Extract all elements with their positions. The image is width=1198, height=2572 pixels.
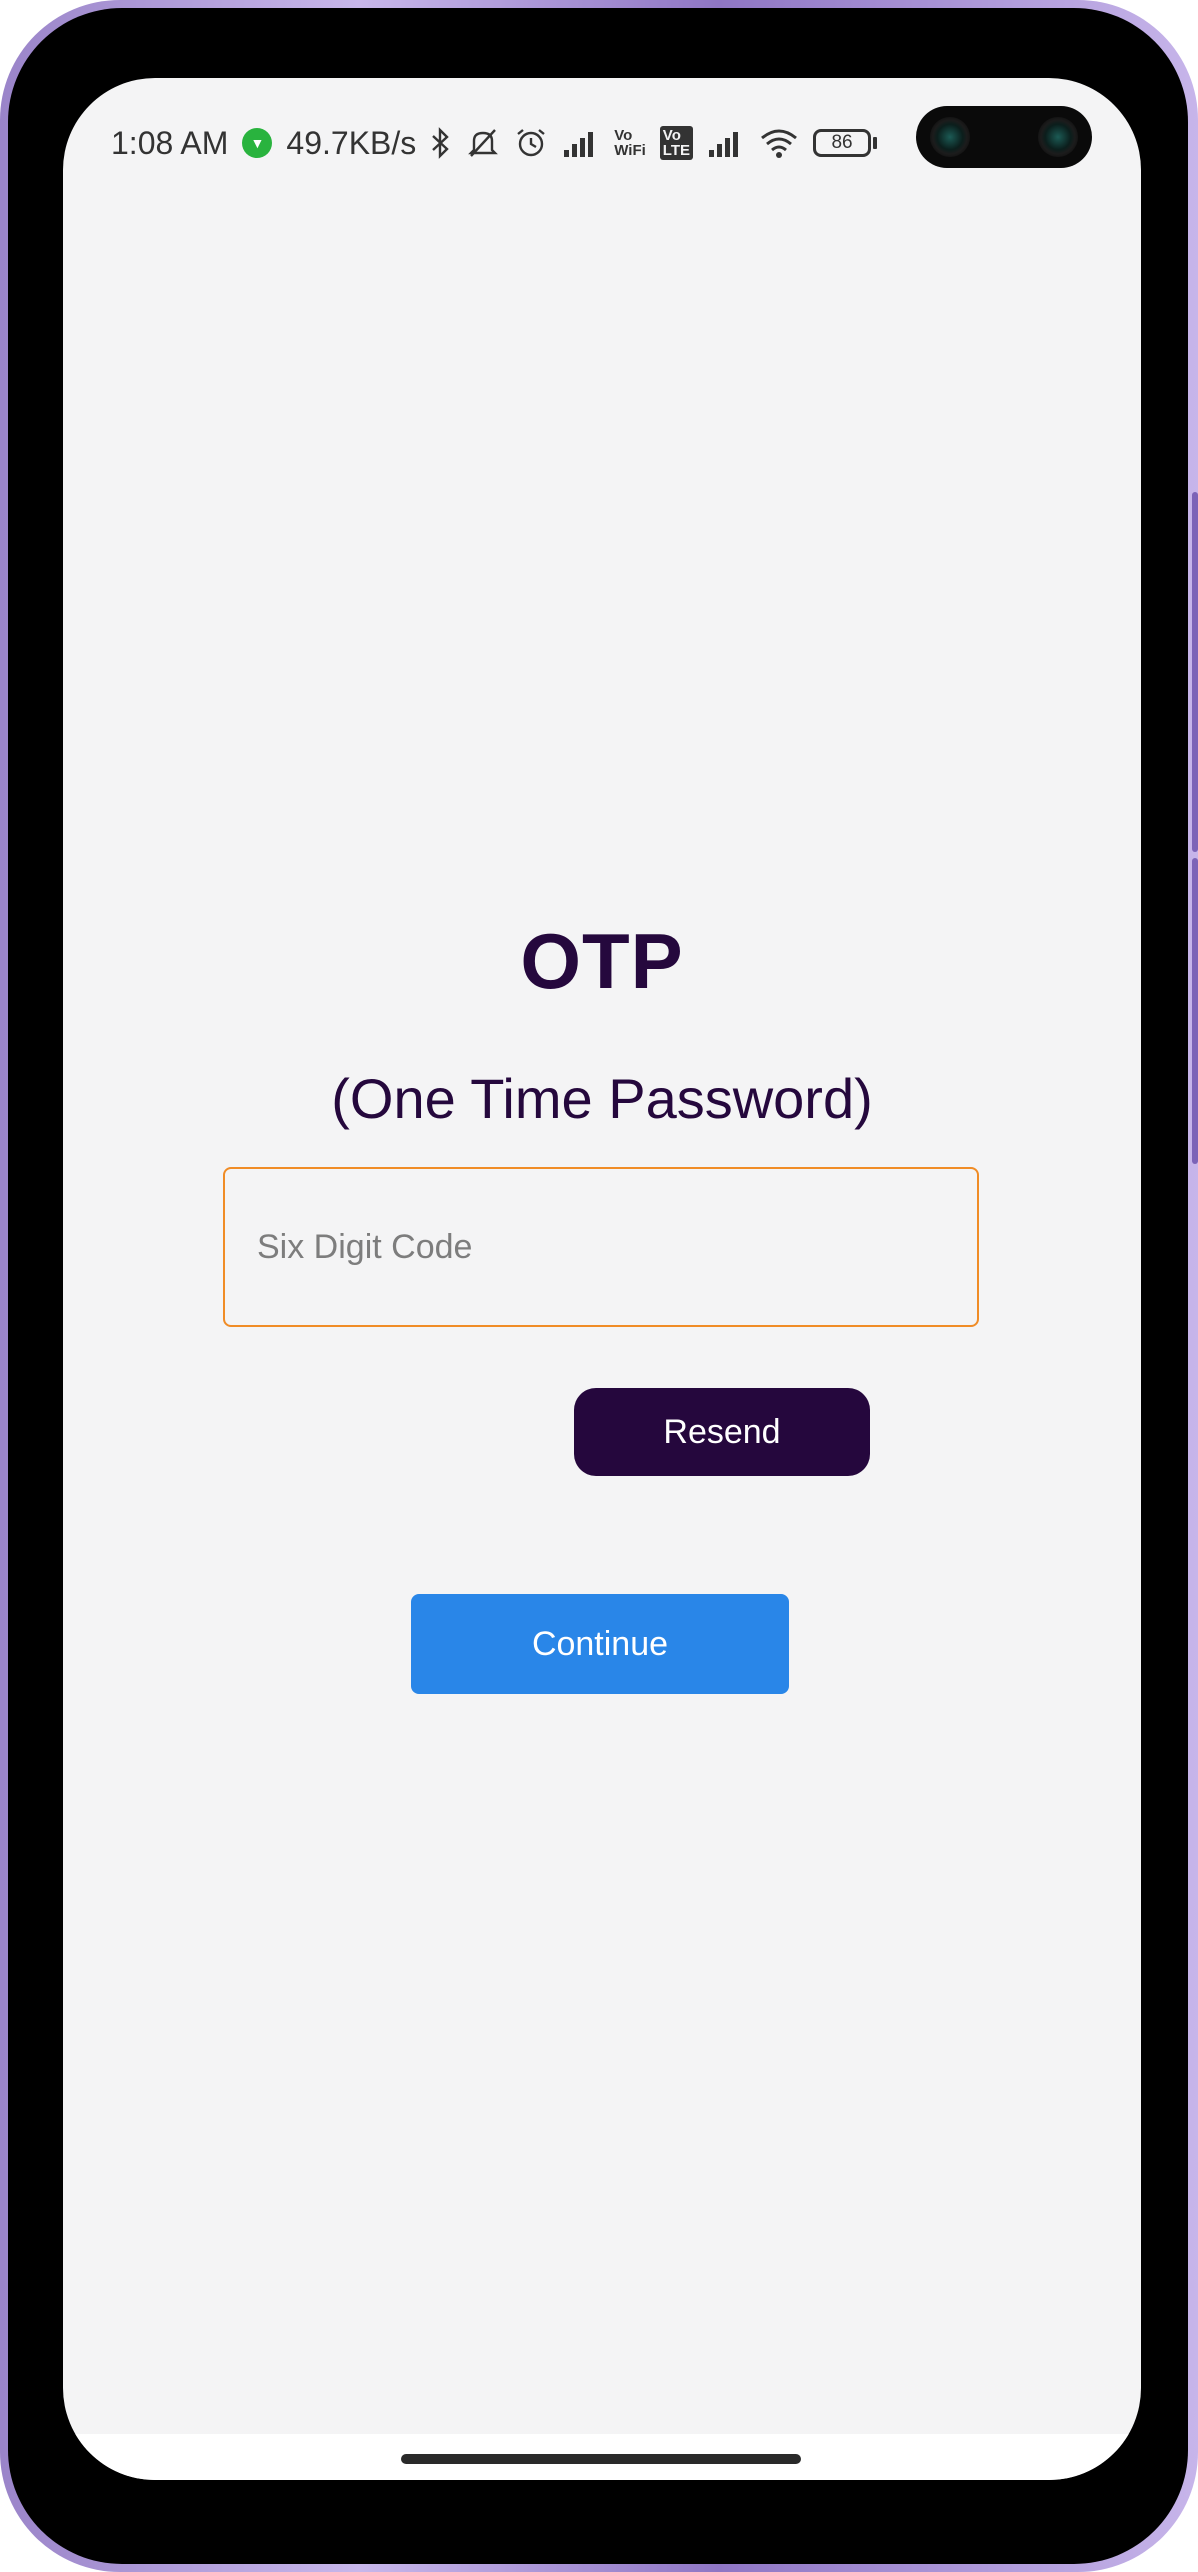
- volte-wifi-indicator: Vo WiFi: [614, 128, 646, 158]
- front-camera-lens-right: [1038, 117, 1078, 157]
- front-camera-cutout: [916, 106, 1092, 168]
- front-camera-lens-left: [930, 117, 970, 157]
- volume-button: [1192, 492, 1198, 852]
- status-time: 1:08 AM: [111, 124, 229, 161]
- signal-icon: [562, 128, 600, 158]
- continue-button[interactable]: Continue: [411, 1594, 789, 1694]
- signal-icon-2: [707, 128, 745, 158]
- alarm-icon: [514, 126, 548, 160]
- power-button: [1192, 858, 1198, 1164]
- volte-wifi-bottom: WiFi: [614, 142, 646, 159]
- volte-wifi-top: Vo: [614, 127, 633, 144]
- data-saver-icon: ▼: [242, 128, 273, 158]
- page-subtitle: (One Time Password): [331, 1067, 873, 1130]
- network-speed: 49.7KB/s: [286, 124, 417, 161]
- battery-icon: 86: [813, 129, 878, 157]
- volte-lte-indicator: Vo LTE: [659, 126, 694, 160]
- battery-tip: [873, 137, 878, 149]
- home-indicator[interactable]: [401, 2454, 801, 2464]
- volte-lte-top: Vo: [662, 127, 681, 144]
- status-bar: 1:08 AM ▼ 49.7KB/s Vo WiFi Vo LTE 86: [111, 118, 878, 168]
- phone-screen: 1:08 AM ▼ 49.7KB/s Vo WiFi Vo LTE 86 OTP…: [63, 78, 1141, 2480]
- page-title: OTP: [520, 917, 684, 1005]
- volte-lte-bottom: LTE: [662, 142, 691, 159]
- battery-level: 86: [813, 129, 872, 157]
- mute-icon: [466, 126, 500, 160]
- otp-code-input[interactable]: [223, 1167, 979, 1327]
- phone-bezel: 1:08 AM ▼ 49.7KB/s Vo WiFi Vo LTE 86 OTP…: [8, 8, 1188, 2564]
- resend-button[interactable]: Resend: [574, 1388, 870, 1476]
- phone-frame: 1:08 AM ▼ 49.7KB/s Vo WiFi Vo LTE 86 OTP…: [0, 0, 1198, 2572]
- bluetooth-icon: [430, 127, 452, 159]
- wifi-icon: [759, 127, 799, 159]
